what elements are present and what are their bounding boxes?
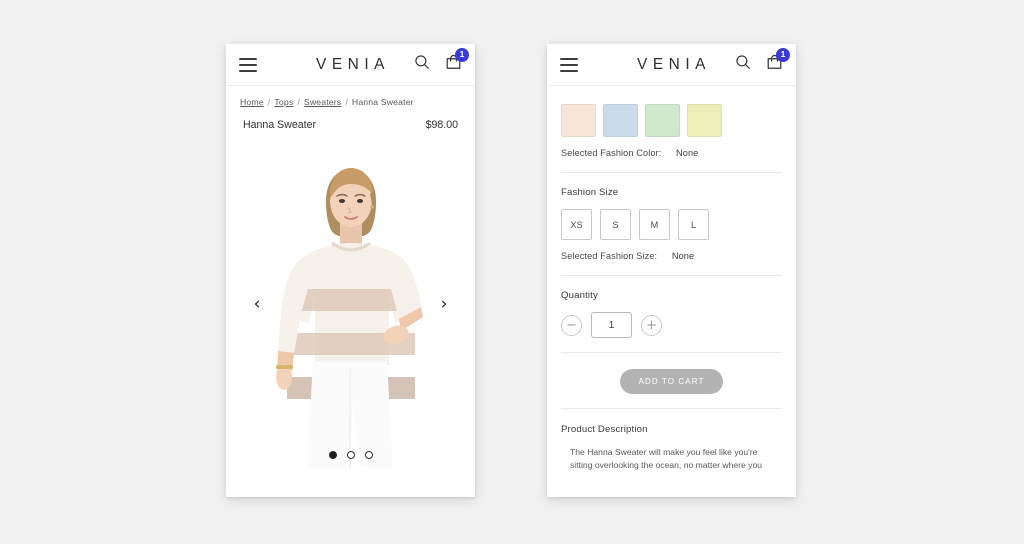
selected-color-label: Selected Fashion Color: xyxy=(561,148,662,158)
breadcrumb-item-sweaters[interactable]: Sweaters xyxy=(304,97,341,107)
page-background: VENIA 1 Home / Tops / Sweaters / Hanna S… xyxy=(0,0,1024,544)
search-icon[interactable] xyxy=(735,54,751,75)
header-actions-left: 1 xyxy=(414,47,469,76)
product-options-panel: Selected Fashion Color: None Fashion Siz… xyxy=(547,86,796,473)
cart-button[interactable]: 1 xyxy=(445,47,469,76)
product-price: $98.00 xyxy=(425,119,458,131)
carousel-dot-2[interactable] xyxy=(346,451,355,459)
breadcrumb-separator: / xyxy=(267,97,271,107)
carousel-dot-3[interactable] xyxy=(364,451,373,459)
selected-size-value: None xyxy=(671,251,695,261)
color-swatch-peach[interactable] xyxy=(561,104,596,137)
breadcrumb-item-tops[interactable]: Tops xyxy=(274,97,293,107)
carousel-next-button[interactable]: › xyxy=(433,293,455,315)
size-option-s[interactable]: S xyxy=(600,209,631,240)
phone-screen-product-options: VENIA 1 Selected Fashion Color: None Fas… xyxy=(547,44,796,497)
breadcrumb-item-current: Hanna Sweater xyxy=(351,97,414,107)
fashion-size-label: Fashion Size xyxy=(561,187,619,198)
quantity-input[interactable]: 1 xyxy=(591,312,632,338)
divider xyxy=(561,275,782,276)
cart-badge-count: 1 xyxy=(455,47,469,62)
cart-button[interactable]: 1 xyxy=(766,47,790,76)
selected-size-label: Selected Fashion Size: xyxy=(561,251,658,261)
cart-badge-count: 1 xyxy=(776,47,790,62)
breadcrumb-separator: / xyxy=(345,97,348,107)
selected-size-row: Selected Fashion Size: None xyxy=(561,251,782,261)
color-swatch-group xyxy=(561,86,782,137)
search-icon[interactable] xyxy=(414,54,430,75)
divider xyxy=(561,352,782,353)
breadcrumb-item-home[interactable]: Home xyxy=(240,97,264,107)
selected-color-row: Selected Fashion Color: None xyxy=(561,148,782,158)
plus-circle-icon[interactable]: + xyxy=(641,314,662,336)
quantity-label: Quantity xyxy=(561,290,598,301)
minus-circle-icon[interactable]: − xyxy=(561,314,582,336)
selected-color-value: None xyxy=(676,148,699,158)
color-swatch-light-green[interactable] xyxy=(645,104,680,137)
divider xyxy=(561,408,782,409)
hamburger-menu-icon[interactable] xyxy=(239,57,257,72)
app-header-left: VENIA 1 xyxy=(226,44,475,86)
product-description-title: Product Description xyxy=(561,424,648,435)
size-option-m[interactable]: M xyxy=(639,209,670,240)
product-title-row: Hanna Sweater $98.00 xyxy=(226,107,475,131)
size-option-l[interactable]: L xyxy=(678,209,709,240)
hamburger-menu-icon[interactable] xyxy=(560,57,578,72)
breadcrumb-separator: / xyxy=(297,97,300,107)
size-option-group: XS S M L xyxy=(561,209,782,240)
app-header-right: VENIA 1 xyxy=(547,44,796,86)
carousel-prev-button[interactable]: ‹ xyxy=(246,293,268,315)
add-to-cart-row: ADD TO CART xyxy=(561,369,782,394)
size-option-xs[interactable]: XS xyxy=(561,209,592,240)
phone-screen-product-gallery: VENIA 1 Home / Tops / Sweaters / Hanna S… xyxy=(226,44,475,497)
carousel-dot-1[interactable] xyxy=(328,451,337,459)
color-swatch-light-blue[interactable] xyxy=(603,104,638,137)
quantity-stepper: − 1 + xyxy=(561,312,782,338)
divider xyxy=(561,172,782,173)
add-to-cart-button[interactable]: ADD TO CART xyxy=(620,369,723,394)
carousel-dots xyxy=(226,451,475,459)
header-actions-right: 1 xyxy=(735,47,790,76)
breadcrumb: Home / Tops / Sweaters / Hanna Sweater xyxy=(226,86,475,107)
product-description-text: The Hanna Sweater will make you feel lik… xyxy=(570,447,763,471)
product-image-carousel: ‹ › xyxy=(226,139,475,469)
color-swatch-light-yellow[interactable] xyxy=(687,104,722,137)
page-title: Hanna Sweater xyxy=(243,119,317,131)
